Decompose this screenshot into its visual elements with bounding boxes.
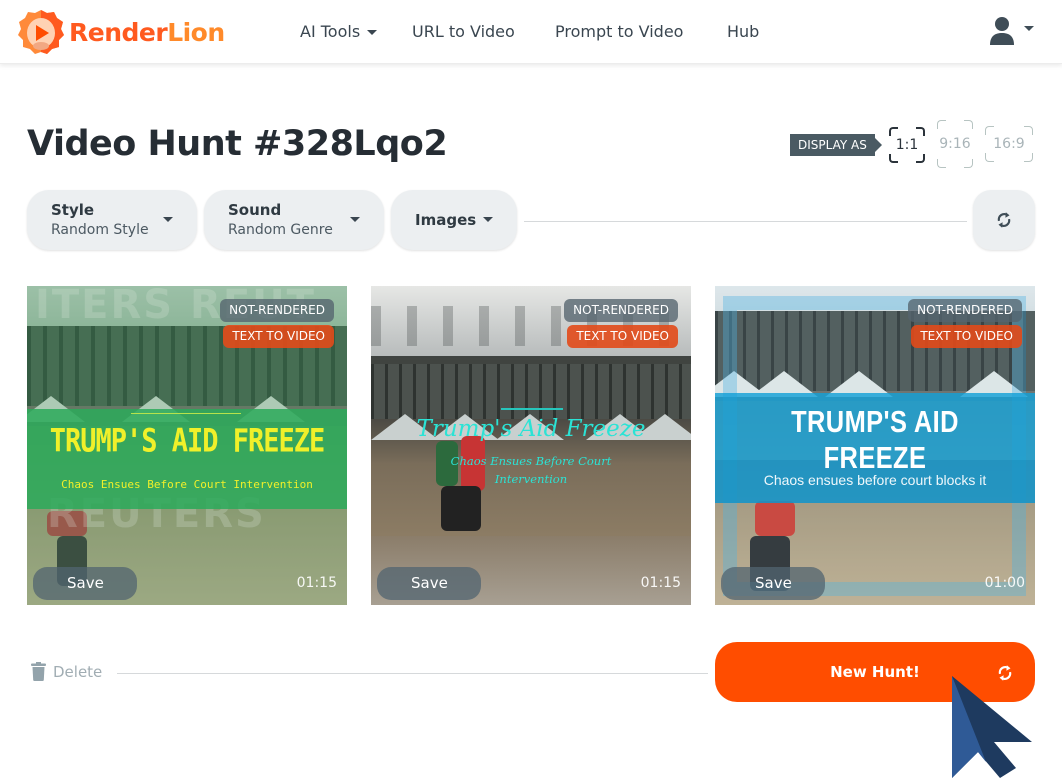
divider [117, 673, 708, 674]
nav-hub[interactable]: Hub [727, 22, 759, 41]
duration-label: 01:15 [296, 575, 337, 591]
caret-down-icon [350, 217, 360, 222]
trash-icon [31, 662, 46, 681]
video-card[interactable]: Trump's Aid Freeze Chaos Ensues Before C… [371, 286, 691, 605]
card-subheadline: Chaos ensues before court blocks it [763, 472, 987, 488]
divider [524, 221, 967, 222]
caret-down-icon [367, 30, 378, 35]
type-badge: TEXT TO VIDEO [567, 325, 678, 348]
user-icon [990, 17, 1014, 45]
style-dropdown[interactable]: Style Random Style [27, 190, 197, 250]
card-subheadline: Chaos Ensues Before Court Intervention [450, 454, 612, 486]
nav-url-to-video[interactable]: URL to Video [412, 22, 515, 41]
type-badge: TEXT TO VIDEO [911, 325, 1022, 348]
user-menu-button[interactable] [990, 16, 1034, 46]
video-card[interactable]: TRUMP'S AID FREEZE Chaos ensues before c… [715, 286, 1035, 605]
duration-label: 01:15 [640, 575, 681, 591]
new-hunt-button[interactable]: New Hunt! [715, 642, 1035, 702]
card-headline: TRUMP'S AID FREEZE [49, 422, 326, 461]
duration-label: 01:00 [984, 575, 1025, 591]
display-as-label: DISPLAY AS [790, 134, 882, 156]
status-badge: NOT-RENDERED [564, 299, 678, 322]
ratio-9-16-button[interactable]: 9:16 [937, 120, 973, 168]
brand-logo[interactable]: RenderLion [17, 8, 225, 56]
video-card[interactable]: ITERS REUT REUTERS TRUMP'S AID FREEZE Ch… [27, 286, 347, 605]
save-button[interactable]: Save [721, 567, 825, 600]
status-badge: NOT-RENDERED [908, 299, 1022, 322]
delete-button[interactable]: Delete [31, 662, 102, 681]
lion-logo-icon [17, 8, 65, 56]
brand-name: RenderLion [69, 17, 225, 47]
ratio-1-1-button[interactable]: 1:1 [889, 127, 925, 163]
refresh-icon [997, 212, 1011, 228]
refresh-icon [998, 665, 1012, 681]
images-dropdown[interactable]: Images [391, 190, 517, 250]
save-button[interactable]: Save [33, 567, 137, 600]
caret-down-icon [483, 217, 493, 222]
nav-ai-tools[interactable]: AI Tools [300, 22, 378, 41]
sound-dropdown[interactable]: Sound Random Genre [204, 190, 384, 250]
page-title: Video Hunt #328Lqo2 [27, 124, 448, 164]
nav-prompt-to-video[interactable]: Prompt to Video [555, 22, 683, 41]
caret-down-icon [163, 217, 173, 222]
refresh-button[interactable] [973, 190, 1035, 250]
caret-down-icon [1024, 25, 1034, 31]
card-subheadline: Chaos Ensues Before Court Intervention [61, 478, 313, 491]
card-headline: TRUMP'S AID FREEZE [791, 404, 959, 475]
ratio-16-9-button[interactable]: 16:9 [985, 126, 1033, 162]
status-badge: NOT-RENDERED [220, 299, 334, 322]
top-navbar: RenderLion AI Tools URL to Video Prompt … [0, 0, 1062, 64]
type-badge: TEXT TO VIDEO [223, 325, 334, 348]
save-button[interactable]: Save [377, 567, 481, 600]
card-headline: Trump's Aid Freeze [416, 416, 646, 442]
